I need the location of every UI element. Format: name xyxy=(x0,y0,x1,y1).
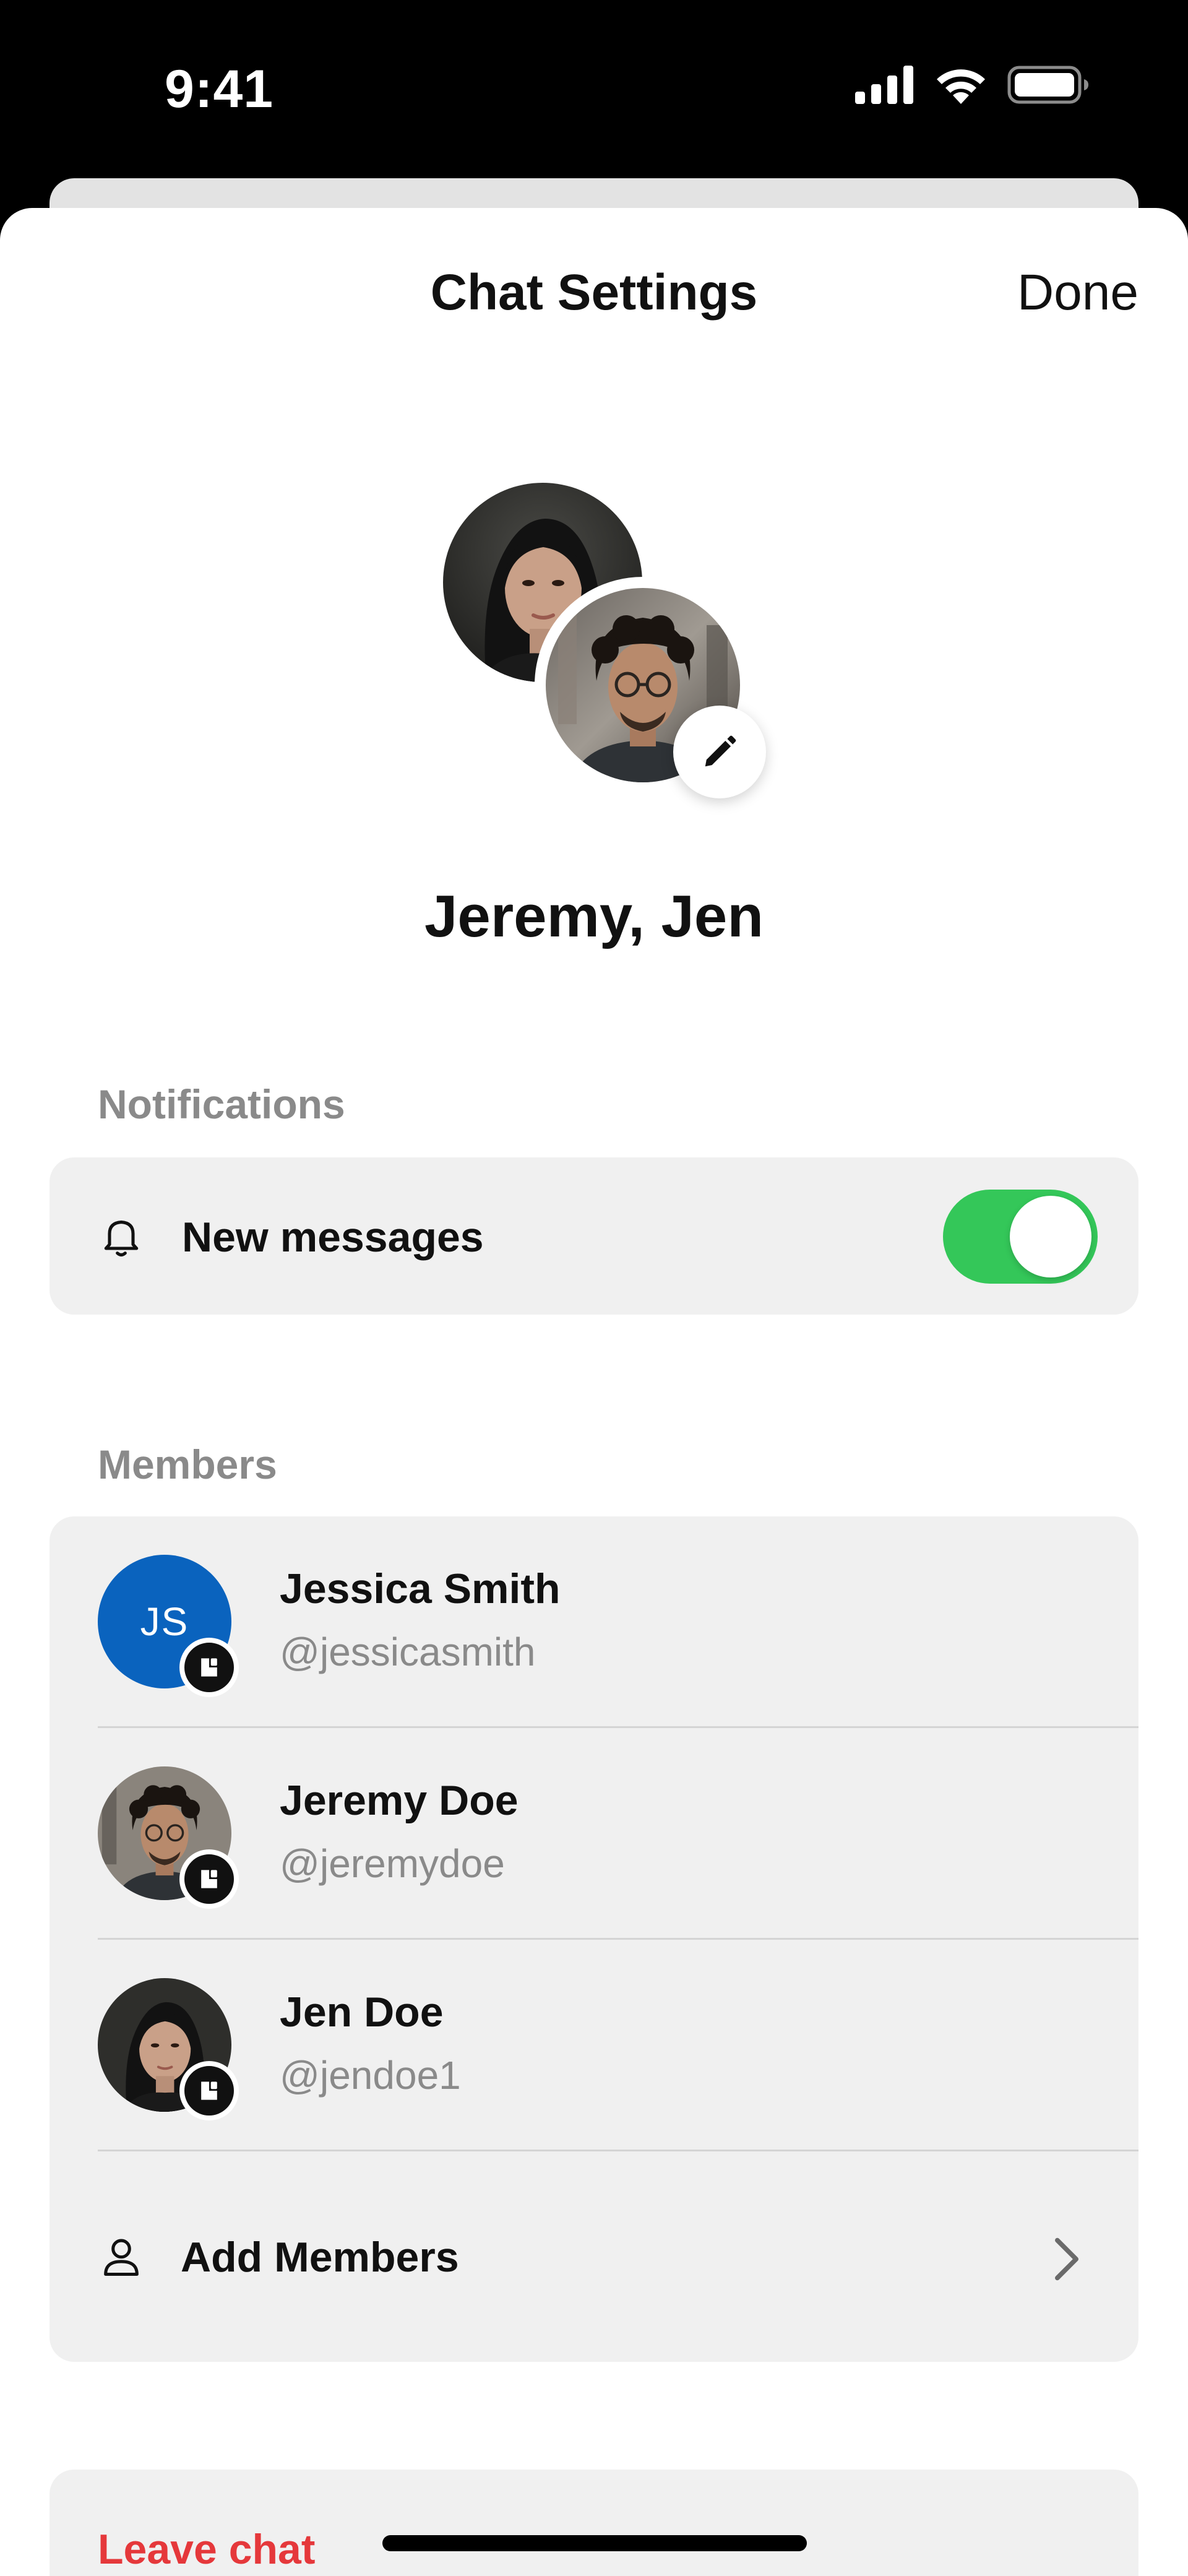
add-members-label: Add Members xyxy=(181,2234,459,2281)
member-handle: @jeremydoe xyxy=(280,1841,505,1886)
app-badge-icon xyxy=(179,1849,239,1909)
page-title: Chat Settings xyxy=(430,264,758,321)
person-icon xyxy=(104,2239,139,2276)
battery-icon xyxy=(1007,66,1088,104)
members-card: JS Jessica Smith @jessicasmith Jeremy Do… xyxy=(50,1516,1138,2362)
member-row[interactable]: JS Jessica Smith @jessicasmith xyxy=(50,1516,1138,1728)
home-indicator[interactable] xyxy=(382,2535,807,2551)
bell-icon xyxy=(104,1221,139,1256)
notifications-section-label: Notifications xyxy=(98,1081,345,1127)
chat-settings-screen: 9:41 Chat Settings Done Jeremy, Jen Noti… xyxy=(0,0,1188,2576)
signal-icon xyxy=(855,66,913,104)
app-badge-icon xyxy=(179,1638,239,1697)
settings-sheet: Chat Settings Done Jeremy, Jen Notificat… xyxy=(0,208,1188,2576)
leave-chat-button[interactable]: Leave chat xyxy=(98,2525,316,2574)
status-bar: 9:41 xyxy=(0,0,1188,173)
status-time: 9:41 xyxy=(165,59,274,119)
wifi-icon xyxy=(937,69,985,104)
leave-chat-card: Leave chat xyxy=(50,2470,1138,2576)
add-members-row[interactable]: Add Members xyxy=(50,2151,1138,2362)
pencil-icon xyxy=(705,735,736,767)
member-handle: @jessicasmith xyxy=(280,1630,536,1674)
done-button[interactable]: Done xyxy=(1017,264,1138,322)
notifications-card: New messages xyxy=(50,1157,1138,1315)
new-messages-toggle[interactable] xyxy=(943,1190,1098,1284)
chat-name[interactable]: Jeremy, Jen xyxy=(0,883,1188,951)
new-messages-label: New messages xyxy=(182,1214,484,1261)
status-icons xyxy=(855,66,1089,104)
group-avatar[interactable] xyxy=(443,483,766,805)
member-row[interactable]: Jeremy Doe @jeremydoe xyxy=(50,1728,1138,1940)
edit-avatar-button[interactable] xyxy=(673,706,766,798)
member-handle: @jendoe1 xyxy=(280,2053,461,2098)
member-row[interactable]: Jen Doe @jendoe1 xyxy=(50,1940,1138,2151)
toggle-knob xyxy=(1010,1196,1091,1277)
member-name: Jessica Smith xyxy=(280,1565,561,1612)
member-name: Jeremy Doe xyxy=(280,1777,519,1824)
members-section-label: Members xyxy=(98,1441,277,1487)
member-name: Jen Doe xyxy=(280,1989,444,2036)
app-badge-icon xyxy=(179,2061,239,2120)
chevron-right-icon xyxy=(1055,2237,1078,2281)
